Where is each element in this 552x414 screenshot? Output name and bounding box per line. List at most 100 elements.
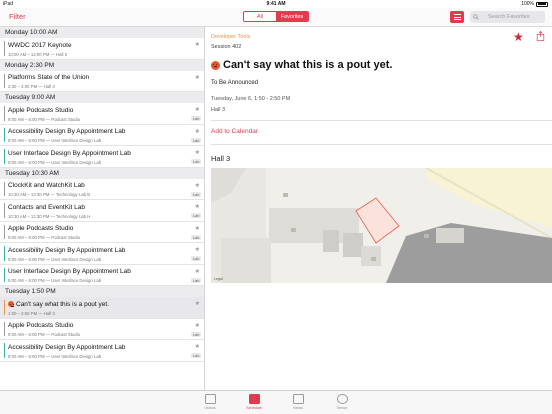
session-row[interactable]: Accessibility Design By Appointment Lab 9… xyxy=(0,340,204,362)
location-icon xyxy=(336,394,348,404)
session-row[interactable]: Accessibility Design By Appointment Lab 9… xyxy=(0,124,204,146)
lab-badge: Lab xyxy=(191,277,201,283)
favorite-star-icon[interactable]: ★ xyxy=(195,182,200,189)
session-row[interactable]: Apple Podcasts Studio 9:00 AM – 6:00 PM —… xyxy=(0,103,204,125)
lab-badge: Lab xyxy=(191,213,201,218)
track-color-bar xyxy=(4,41,6,56)
venue-map-drawing xyxy=(211,168,552,283)
session-row-subtitle: 1:50 – 2:50 PM — Hall 3 xyxy=(8,310,55,316)
favorite-star-icon[interactable]: ★ xyxy=(195,225,200,232)
share-icon[interactable] xyxy=(536,31,545,41)
session-row-title: Apple Podcasts Studio xyxy=(8,322,73,329)
battery-indicator: 100% xyxy=(521,1,548,7)
lab-badge: Lab xyxy=(191,159,201,164)
status-bar: iPad 9:41 AM 100% xyxy=(0,0,552,8)
list-view-button[interactable] xyxy=(450,11,464,23)
session-row[interactable]: WWDC 2017 Keynote 10:00 AM – 12:00 PM — H… xyxy=(0,38,204,60)
segmented-control: All Favorites xyxy=(243,11,309,22)
clock: 9:41 AM xyxy=(266,1,286,7)
tab-schedule[interactable]: Schedule xyxy=(239,394,269,410)
favorite-star-icon[interactable]: ★ xyxy=(195,74,200,81)
session-row[interactable]: ClockKit and WatchKit Lab 10:30 AM – 12:3… xyxy=(0,178,204,200)
session-row[interactable]: Apple Podcasts Studio 9:00 AM – 6:00 PM —… xyxy=(0,221,204,243)
session-row-subtitle: 9:00 AM – 6:00 PM — User Interface Desig… xyxy=(8,353,102,359)
session-row-title: ClockKit and WatchKit Lab xyxy=(8,182,85,189)
track-color-bar xyxy=(4,73,6,88)
session-row-title-text: Apple Podcasts Studio xyxy=(8,225,74,232)
session-row[interactable]: Accessibility Design By Appointment Lab 9… xyxy=(0,243,204,265)
favorite-star-icon[interactable]: ★ xyxy=(195,203,200,210)
session-row-subtitle: 10:00 AM – 12:00 PM — Hall 3 xyxy=(8,51,67,57)
venue-heading: Hall 3 xyxy=(211,154,231,163)
schedule-list[interactable]: Monday 10:00 AM WWDC 2017 Keynote 10:00 AM… xyxy=(0,27,205,390)
session-row-subtitle: 9:00 AM – 6:00 PM — Podcast Studio xyxy=(8,332,81,337)
battery-percent: 100% xyxy=(521,1,534,7)
session-row-title: Platforms State of the Union xyxy=(8,74,89,81)
search-placeholder: Search Favorites xyxy=(488,14,530,20)
session-row-title: Accessibility Design By Appointment Lab xyxy=(8,247,125,254)
track-color-bar xyxy=(4,127,6,142)
session-row-subtitle: 2:30 – 4:00 PM — Hall 3 xyxy=(8,84,55,89)
session-row[interactable]: Platforms State of the Union 2:30 – 4:00 … xyxy=(0,70,204,92)
search-field[interactable]: Search Favorites xyxy=(470,11,545,23)
tab-videos[interactable]: Videos xyxy=(195,394,225,410)
star-filled-icon[interactable]: ★ xyxy=(513,30,524,44)
tv-icon xyxy=(204,394,216,404)
track-color-bar xyxy=(4,300,6,315)
session-time: Tuesday, June 6, 1:50 - 2:50 PM xyxy=(211,96,291,102)
session-row-title-text: Apple Podcasts Studio xyxy=(8,106,74,114)
session-row-title-text: ClockKit and WatchKit Lab xyxy=(8,182,85,189)
session-row-subtitle: 9:00 AM – 6:00 PM — User Interface Desig… xyxy=(8,159,102,165)
session-row-title: Apple Podcasts Studio xyxy=(8,225,73,232)
session-row-subtitle: 10:30 AM – 12:30 PM — Technology Lab H xyxy=(8,213,91,219)
venue-map[interactable]: Legal xyxy=(211,168,552,283)
tab-venue[interactable]: Venue xyxy=(327,394,357,410)
session-row[interactable]: Apple Podcasts Studio 9:00 AM – 6:00 PM —… xyxy=(0,318,204,340)
tab-news[interactable]: News xyxy=(283,394,313,410)
session-row-title-text: Accessibility Design By Appointment Lab xyxy=(8,246,126,254)
track-color-bar xyxy=(4,106,6,121)
favorite-star-icon[interactable]: ★ xyxy=(195,149,200,156)
favorite-star-icon[interactable]: ★ xyxy=(195,268,200,275)
favorite-star-icon[interactable]: ★ xyxy=(195,128,200,135)
lab-badge: Lab xyxy=(191,353,201,358)
favorite-star-icon[interactable]: ★ xyxy=(195,300,200,307)
divider xyxy=(211,144,552,145)
session-row-title-text: Can't say what this is a pout yet. xyxy=(16,300,110,308)
segment-favorites[interactable]: Favorites xyxy=(276,12,308,21)
session-row-title-text: User Interface Design By Appointment Lab xyxy=(8,268,131,275)
session-row-subtitle: 9:00 AM – 6:00 PM — User Interface Desig… xyxy=(8,278,102,283)
lab-badge: Lab xyxy=(191,256,201,261)
track-color-bar xyxy=(4,224,6,239)
session-row-title-text: Contacts and EventKit Lab xyxy=(8,203,85,211)
section-header: Tuesday 9:00 AM xyxy=(0,92,204,103)
map-legal-link[interactable]: Legal xyxy=(214,277,223,281)
session-row[interactable]: Contacts and EventKit Lab 10:30 AM – 12:3… xyxy=(0,200,204,222)
lab-badge: Lab xyxy=(191,116,201,121)
session-track[interactable]: Developer Tools xyxy=(211,34,250,40)
favorite-star-icon[interactable]: ★ xyxy=(195,343,200,350)
news-icon xyxy=(292,394,304,404)
favorite-star-icon[interactable]: ★ xyxy=(195,41,200,48)
session-row[interactable]: Can't say what this is a pout yet. 1:50 –… xyxy=(0,297,204,319)
add-to-calendar-button[interactable]: Add to Calendar xyxy=(211,128,258,135)
track-color-bar xyxy=(4,181,6,196)
session-row-title: Accessibility Design By Appointment Lab xyxy=(8,344,125,351)
session-row-title: User Interface Design By Appointment Lab xyxy=(8,268,131,275)
session-row[interactable]: User Interface Design By Appointment Lab… xyxy=(0,264,204,286)
favorite-star-icon[interactable]: ★ xyxy=(195,322,200,329)
session-row-title-text: Accessibility Design By Appointment Lab xyxy=(8,128,126,135)
section-header: Monday 10:00 AM xyxy=(0,27,204,38)
track-color-bar xyxy=(4,203,6,218)
list-icon xyxy=(453,14,461,15)
session-row[interactable]: User Interface Design By Appointment Lab… xyxy=(0,146,204,168)
segment-all[interactable]: All xyxy=(244,12,276,21)
favorite-star-icon[interactable]: ★ xyxy=(195,246,200,253)
session-row-title-text: Platforms State of the Union xyxy=(8,74,90,81)
calendar-icon xyxy=(248,394,260,404)
track-color-bar xyxy=(4,149,6,164)
tab-label: Schedule xyxy=(246,405,262,410)
favorite-star-icon[interactable]: ★ xyxy=(195,106,200,113)
list-icon-line xyxy=(453,16,461,18)
filter-button[interactable]: Filter xyxy=(9,12,26,21)
